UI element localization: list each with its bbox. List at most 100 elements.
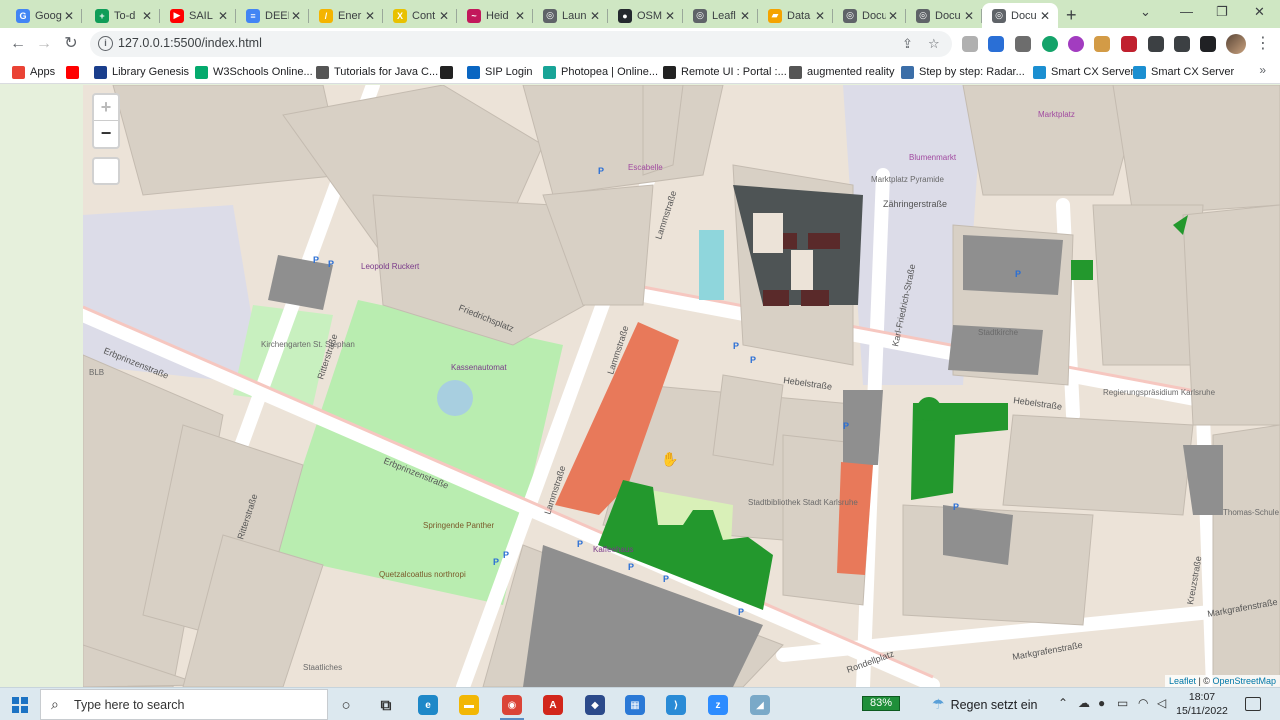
extension-icon[interactable]	[988, 36, 1004, 52]
reload-icon[interactable]: ↻	[61, 34, 81, 54]
zoom-in-button[interactable]: +	[94, 95, 118, 121]
minimize-icon[interactable]: —	[1180, 4, 1193, 19]
extension-icon[interactable]	[1094, 36, 1110, 52]
tab-close-icon[interactable]: ✕	[62, 9, 76, 23]
tab-title: Heid	[486, 9, 509, 22]
battery-indicator[interactable]: 83%	[862, 696, 900, 711]
wifi-icon[interactable]: ◠	[1138, 696, 1148, 710]
browser-tab[interactable]: ◎ Docu ✕	[982, 3, 1058, 28]
bookmark-item[interactable]: SIP Login	[467, 64, 533, 80]
calendar-icon[interactable]: ▦	[625, 695, 645, 715]
bookmark-item[interactable]: W3Schools Online...	[195, 64, 313, 80]
acrobat-icon[interactable]: A	[543, 695, 563, 715]
layer-control[interactable]	[92, 157, 120, 185]
tab-close-icon[interactable]: ✕	[962, 9, 976, 23]
site-info-icon[interactable]: i	[98, 36, 113, 51]
avatar[interactable]	[1226, 34, 1246, 54]
bookmark-item[interactable]	[440, 64, 458, 80]
edge-icon[interactable]: e	[418, 695, 438, 715]
system-clock[interactable]: 18:07 15/11/2022	[1172, 690, 1232, 718]
chrome-icon[interactable]: ◉	[502, 695, 522, 715]
tab-close-icon[interactable]: ✕	[140, 9, 154, 23]
osm-link[interactable]: OpenStreetMap	[1212, 676, 1276, 686]
browser-tab[interactable]: ▶ SAIL ✕	[160, 3, 236, 28]
extension-icon[interactable]	[962, 36, 978, 52]
url-text[interactable]: 127.0.0.1:5500/index.html	[118, 36, 262, 50]
bookmark-item[interactable]: Remote UI : Portal :...	[663, 64, 787, 80]
task-view-icon[interactable]: ⧉	[376, 695, 396, 715]
bookmark-item[interactable]: Apps	[12, 64, 55, 80]
browser-tab[interactable]: / Ener ✕	[309, 3, 383, 28]
bookmark-item[interactable]: augmented reality	[789, 64, 894, 80]
battery-icon[interactable]: ▭	[1117, 696, 1128, 710]
browser-tab[interactable]: ▰ Data ✕	[758, 3, 833, 28]
close-window-icon[interactable]: ✕	[1254, 4, 1265, 20]
tab-close-icon[interactable]: ✕	[663, 9, 677, 23]
chevron-up-icon[interactable]: ⌃	[1058, 696, 1068, 710]
bookmark-item[interactable]: Tutorials for Java C...	[316, 64, 438, 80]
browser-tab[interactable]: ≡ DEEI ✕	[236, 3, 309, 28]
new-tab-button[interactable]: +	[1066, 5, 1077, 26]
tab-close-icon[interactable]: ✕	[513, 9, 527, 23]
tab-close-icon[interactable]: ✕	[216, 9, 230, 23]
extensions-puzzle-icon[interactable]	[1148, 36, 1164, 52]
leaflet-map[interactable]: Erbprinzenstraße Erbprinzenstraße Friedr…	[83, 85, 1280, 687]
browser-tab[interactable]: ◎ Docu ✕	[906, 3, 982, 28]
browser-tab[interactable]: ~ Heid ✕	[457, 3, 533, 28]
tab-close-icon[interactable]: ✕	[588, 9, 602, 23]
svg-text:P: P	[313, 255, 319, 265]
menu-icon[interactable]: ⋮	[1255, 33, 1271, 53]
vscode-icon[interactable]: ⟩	[666, 695, 686, 715]
cortana-icon[interactable]: ○	[336, 695, 356, 715]
zoom-out-button[interactable]: −	[94, 121, 118, 147]
side-panel-icon[interactable]	[1200, 36, 1216, 52]
zoom-icon[interactable]: z	[708, 695, 728, 715]
weather-widget[interactable]: ☂ Regen setzt ein	[932, 696, 1037, 713]
bookmark-item[interactable]	[66, 64, 84, 80]
bookmark-item[interactable]: Library Genesis	[94, 64, 189, 80]
extension-icon[interactable]	[1068, 36, 1084, 52]
tab-close-icon[interactable]: ✕	[886, 9, 900, 23]
microphone-icon[interactable]: ●	[1098, 696, 1105, 710]
tab-close-icon[interactable]: ✕	[1038, 9, 1052, 23]
forward-icon[interactable]: →	[34, 34, 54, 54]
bookmark-item[interactable]: Step by step: Radar...	[901, 64, 1025, 80]
speaker-icon[interactable]: ◁	[1157, 696, 1166, 710]
cloud-icon[interactable]: ☁	[1078, 696, 1090, 710]
app-icon[interactable]: ◆	[585, 695, 605, 715]
reading-list-icon[interactable]	[1174, 36, 1190, 52]
tab-close-icon[interactable]: ✕	[437, 9, 451, 23]
bookmarks-bar: » Apps Library Genesis W3Schools Online...…	[0, 60, 1280, 84]
bookmark-item[interactable]: Smart CX Server	[1133, 64, 1234, 80]
extension-icon[interactable]	[1121, 36, 1137, 52]
windows-start-icon[interactable]	[12, 697, 28, 713]
leaflet-link[interactable]: Leaflet	[1169, 676, 1196, 686]
browser-tab[interactable]: G Goog ✕	[6, 3, 82, 28]
file-explorer-icon[interactable]: ▬	[459, 695, 479, 715]
browser-tab[interactable]: + To-d ✕	[85, 3, 160, 28]
tab-close-icon[interactable]: ✕	[363, 9, 377, 23]
bookmark-item[interactable]: Photopea | Online...	[543, 64, 658, 80]
tab-search-icon[interactable]: ⌄	[1140, 4, 1151, 20]
tab-close-icon[interactable]: ✕	[289, 9, 303, 23]
browser-tab[interactable]: ◎ Laun ✕	[533, 3, 608, 28]
bookmark-star-icon[interactable]: ☆	[928, 36, 940, 52]
taskbar-search-input[interactable]: ⌕ Type here to search	[40, 689, 328, 720]
notification-icon[interactable]	[1245, 697, 1261, 711]
bookmark-item[interactable]: Smart CX Server	[1033, 64, 1134, 80]
extension-icon[interactable]	[1015, 36, 1031, 52]
address-bar[interactable]: i 127.0.0.1:5500/index.html ⇪ ☆	[90, 31, 952, 57]
more-bookmarks-icon[interactable]: »	[1259, 63, 1266, 77]
tab-favicon-icon: ~	[467, 8, 481, 23]
browser-tab[interactable]: ◎ Leafl ✕	[683, 3, 758, 28]
browser-tab[interactable]: X Cont ✕	[383, 3, 457, 28]
extension-icon[interactable]	[1042, 36, 1058, 52]
tab-close-icon[interactable]: ✕	[738, 9, 752, 23]
app-icon-2[interactable]: ◢	[750, 695, 770, 715]
browser-tab[interactable]: ● OSM ✕	[608, 3, 683, 28]
share-icon[interactable]: ⇪	[902, 36, 913, 52]
browser-tab[interactable]: ◎ Docu ✕	[833, 3, 906, 28]
maximize-icon[interactable]: ❐	[1216, 4, 1228, 20]
tab-close-icon[interactable]: ✕	[813, 9, 827, 23]
back-icon[interactable]: ←	[8, 34, 28, 54]
